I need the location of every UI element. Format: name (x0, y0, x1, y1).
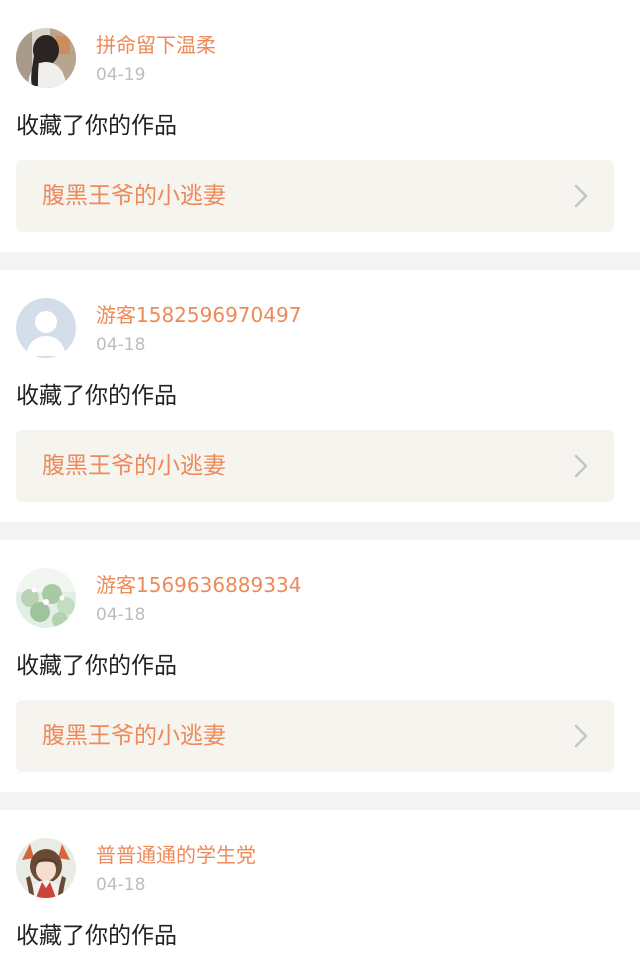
username[interactable]: 普普通通的学生党 (96, 842, 256, 868)
work-title: 腹黑王爷的小逃妻 (42, 183, 226, 209)
avatar[interactable] (16, 568, 76, 628)
chevron-right-icon (574, 454, 588, 478)
notification-item: 游客1569636889334 04-18 收藏了你的作品 腹黑王爷的小逃妻 (0, 540, 640, 792)
action-text: 收藏了你的作品 (16, 653, 177, 679)
notification-feed: 拼命留下温柔 04-19 收藏了你的作品 腹黑王爷的小逃妻 游客15825969… (0, 0, 640, 970)
section-divider (0, 792, 640, 810)
section-divider (0, 522, 640, 540)
avatar[interactable] (16, 838, 76, 898)
avatar[interactable] (16, 298, 76, 358)
flower-photo-avatar-icon (16, 568, 76, 628)
timestamp: 04-19 (96, 65, 146, 85)
username[interactable]: 游客1569636889334 (96, 572, 301, 598)
timestamp: 04-18 (96, 605, 146, 625)
notification-item: 拼命留下温柔 04-19 收藏了你的作品 腹黑王爷的小逃妻 (0, 0, 640, 252)
notification-item: 游客1582596970497 04-18 收藏了你的作品 腹黑王爷的小逃妻 (0, 270, 640, 522)
timestamp: 04-18 (96, 335, 146, 355)
timestamp: 04-18 (96, 875, 146, 895)
chevron-right-icon (574, 724, 588, 748)
avatar[interactable] (16, 28, 76, 88)
chevron-right-icon (574, 184, 588, 208)
action-text: 收藏了你的作品 (16, 923, 177, 949)
section-divider (0, 252, 640, 270)
work-title: 腹黑王爷的小逃妻 (42, 723, 226, 749)
work-title: 腹黑王爷的小逃妻 (42, 453, 226, 479)
girl-photo-avatar-icon (16, 28, 76, 88)
work-link-card[interactable]: 腹黑王爷的小逃妻 (16, 700, 614, 772)
notification-item: 普普通通的学生党 04-18 收藏了你的作品 (0, 810, 640, 970)
action-text: 收藏了你的作品 (16, 113, 177, 139)
work-link-card[interactable]: 腹黑王爷的小逃妻 (16, 160, 614, 232)
action-text: 收藏了你的作品 (16, 383, 177, 409)
username[interactable]: 拼命留下温柔 (96, 32, 216, 58)
anime-girl-avatar-icon (16, 838, 76, 898)
default-user-avatar-icon (16, 298, 76, 358)
work-link-card[interactable]: 腹黑王爷的小逃妻 (16, 430, 614, 502)
username[interactable]: 游客1582596970497 (96, 302, 301, 328)
